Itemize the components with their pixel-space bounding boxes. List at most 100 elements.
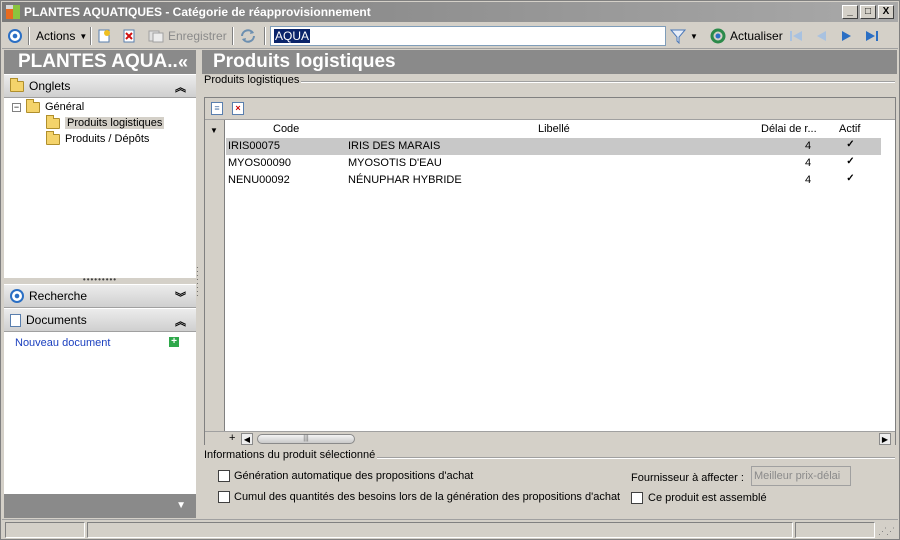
minimize-button[interactable]: _ xyxy=(842,5,858,19)
grid-delete-row-icon[interactable]: × xyxy=(232,102,244,115)
refresh-label: Actualiser xyxy=(730,29,783,43)
status-pane-3 xyxy=(795,522,875,538)
info-group-title: Informations du produit sélectionné xyxy=(204,449,378,461)
document-icon xyxy=(10,313,21,327)
tree-item-general[interactable]: − Général xyxy=(12,98,84,113)
maximize-button[interactable]: □ xyxy=(860,5,876,19)
footer-caret-icon: ▼ xyxy=(176,500,186,511)
supplier-label: Fournisseur à affecter : xyxy=(631,472,744,484)
sync-icon xyxy=(241,29,255,43)
navigation-circle-icon xyxy=(8,29,22,43)
left-panel: PLANTES AQUA.. « Onglets ︽ − Général Pro… xyxy=(4,50,196,518)
previous-record-button[interactable] xyxy=(814,26,828,46)
actions-menu-button[interactable]: Actions ▼ xyxy=(36,26,87,46)
cell-label: MYOSOTIS D'EAU xyxy=(348,157,442,169)
delete-button[interactable] xyxy=(122,26,136,46)
tree-item-produits-logistiques[interactable]: Produits logistiques xyxy=(46,114,165,129)
search-circle-icon xyxy=(10,289,24,303)
table-row[interactable]: MYOS00090 MYOSOTIS D'EAU 4 ✓ xyxy=(226,155,881,172)
documents-section-label: Documents xyxy=(26,313,87,327)
new-document-link[interactable]: Nouveau document xyxy=(15,337,110,349)
window-title: PLANTES AQUATIQUES - Catégorie de réappr… xyxy=(24,5,371,19)
previous-icon xyxy=(817,31,826,41)
next-icon xyxy=(842,31,851,41)
active-check-icon[interactable]: ✓ xyxy=(845,157,856,168)
search-input[interactable] xyxy=(271,27,665,45)
refresh-button[interactable]: Actualiser xyxy=(710,26,783,46)
tree-collapse-icon[interactable]: − xyxy=(12,102,21,112)
cell-delay: 4 xyxy=(805,140,812,152)
table-row[interactable]: IRIS00075 IRIS DES MARAIS 4 ✓ xyxy=(226,138,881,155)
expand-plus-icon[interactable]: + xyxy=(229,432,235,444)
caret-down-icon: ▼ xyxy=(79,31,88,41)
left-panel-footer[interactable]: ▼ xyxy=(4,494,196,518)
open-folder-icon xyxy=(46,114,60,129)
grid-new-row-icon[interactable]: ≡ xyxy=(211,102,223,115)
close-button[interactable]: X xyxy=(878,5,894,19)
chevron-up-icon: ︽ xyxy=(175,316,186,328)
column-header-code[interactable]: Code xyxy=(273,123,299,135)
first-record-button[interactable] xyxy=(788,26,804,46)
folder-icon xyxy=(46,130,60,145)
save-icon xyxy=(148,30,164,43)
last-record-icon xyxy=(866,31,878,41)
info-group-divider xyxy=(370,457,895,459)
next-record-button[interactable] xyxy=(840,26,854,46)
last-record-button[interactable] xyxy=(864,26,880,46)
delete-icon xyxy=(123,29,135,43)
column-header-delay[interactable]: Délai de r... xyxy=(761,123,817,135)
main-header: Produits logistiques xyxy=(202,50,897,74)
cumul-checkbox[interactable] xyxy=(218,491,230,503)
first-record-icon xyxy=(790,31,802,41)
row-menu-caret-icon[interactable]: ▼ xyxy=(210,126,218,135)
scroll-left-icon[interactable]: ◀ xyxy=(241,433,253,445)
tabs-tree: − Général Produits logistiques Produits … xyxy=(4,98,196,278)
new-button[interactable] xyxy=(97,26,111,46)
scrollbar-thumb[interactable]: ||| xyxy=(257,434,355,444)
filter-button[interactable]: ▼ xyxy=(670,26,698,46)
left-panel-header: PLANTES AQUA.. « xyxy=(4,50,196,74)
auto-generation-checkbox[interactable] xyxy=(218,470,230,482)
cell-delay: 4 xyxy=(805,157,812,169)
assembled-checkbox[interactable] xyxy=(631,492,643,504)
chevron-down-icon: ︾ xyxy=(175,292,186,304)
add-document-icon[interactable]: + xyxy=(169,337,179,347)
folder-icon xyxy=(10,77,24,92)
sync-button[interactable] xyxy=(239,26,257,46)
grid-row-headers: ▼ xyxy=(205,120,225,431)
column-header-active[interactable]: Actif xyxy=(839,123,860,135)
auto-generation-label: Génération automatique des propositions … xyxy=(234,470,474,482)
scroll-right-icon[interactable]: ▶ xyxy=(879,433,891,445)
record-title: PLANTES AQUA.. xyxy=(18,51,178,72)
nav-circle-button[interactable] xyxy=(8,26,22,46)
app-window: PLANTES AQUATIQUES - Catégorie de réappr… xyxy=(0,0,900,540)
active-check-icon[interactable]: ✓ xyxy=(845,140,856,151)
cell-label: NÉNUPHAR HYBRIDE xyxy=(348,174,462,186)
main-toolbar: Actions ▼ Enregistrer AQUA ▼ Actualise xyxy=(2,23,898,49)
save-button[interactable]: Enregistrer xyxy=(148,26,227,46)
grid-horizontal-scrollbar[interactable]: + ◀ ||| ▶ xyxy=(205,431,895,445)
active-check-icon[interactable]: ✓ xyxy=(845,174,856,185)
column-header-label[interactable]: Libellé xyxy=(538,123,570,135)
tree-item-produits-depots[interactable]: Produits / Dépôts xyxy=(46,130,150,145)
search-box xyxy=(270,26,666,46)
tree-item-label: Produits / Dépôts xyxy=(65,133,150,145)
vertical-splitter[interactable]: · · · · · · · · xyxy=(196,264,200,306)
tabs-section-label: Onglets xyxy=(29,79,71,93)
folder-icon xyxy=(26,98,40,113)
collapse-panel-icon[interactable]: « xyxy=(178,50,188,74)
refresh-icon xyxy=(710,28,726,44)
grid-toolbar: ≡ × xyxy=(205,98,895,120)
title-bar: PLANTES AQUATIQUES - Catégorie de réappr… xyxy=(2,2,898,22)
filter-icon xyxy=(670,29,686,44)
grid-column-headers: Code Libellé Délai de r... Actif xyxy=(226,120,895,138)
tabs-section-header[interactable]: Onglets ︽ xyxy=(4,74,196,98)
cell-delay: 4 xyxy=(805,174,812,186)
search-section-label: Recherche xyxy=(29,289,88,303)
table-row[interactable]: NENU00092 NÉNUPHAR HYBRIDE 4 ✓ xyxy=(226,172,881,189)
search-section-header[interactable]: Recherche ︾ xyxy=(4,284,196,308)
documents-section-header[interactable]: Documents ︽ xyxy=(4,308,196,332)
app-logo-icon xyxy=(6,5,20,19)
resize-grip-icon[interactable]: ⋰⋰ xyxy=(878,526,895,537)
status-pane-1 xyxy=(5,522,85,538)
